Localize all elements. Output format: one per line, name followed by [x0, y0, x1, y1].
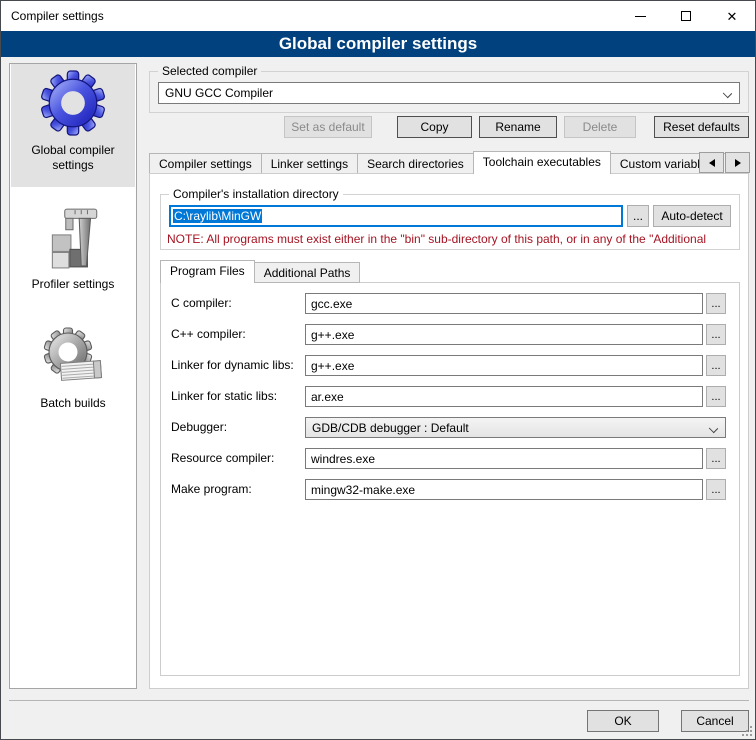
static-linker-browse-button[interactable]: ... [706, 386, 726, 407]
auto-detect-button[interactable]: Auto-detect [653, 205, 731, 227]
settings-category-list: Global compiler settings Profiler s [9, 63, 137, 689]
c-compiler-row: C compiler: ... [161, 293, 739, 314]
tab-linker-settings[interactable]: Linker settings [261, 153, 358, 174]
static-linker-row: Linker for static libs: ... [161, 386, 739, 407]
make-program-browse-button[interactable]: ... [706, 479, 726, 500]
tab-compiler-settings[interactable]: Compiler settings [149, 153, 262, 174]
debugger-label: Debugger: [171, 417, 227, 438]
make-program-label: Make program: [171, 479, 252, 500]
sidebar-item-profiler-settings[interactable]: Profiler settings [11, 200, 135, 318]
rename-button[interactable]: Rename [479, 116, 557, 138]
main-panel: Selected compiler GNU GCC Compiler Set a… [149, 57, 749, 707]
dynamic-linker-row: Linker for dynamic libs: ... [161, 355, 739, 376]
cpp-compiler-browse-button[interactable]: ... [706, 324, 726, 345]
resize-grip-icon[interactable] [742, 726, 752, 736]
minimize-button[interactable] [617, 1, 663, 31]
program-files-page: C compiler: ... C++ compiler: ... Linker… [160, 282, 740, 676]
sidebar-item-global-compiler-settings[interactable]: Global compiler settings [11, 64, 135, 187]
c-compiler-label: C compiler: [171, 293, 232, 314]
arrow-right-icon [735, 159, 741, 167]
chevron-down-icon [709, 424, 718, 433]
sidebar-item-label: Global compiler settings [11, 143, 135, 173]
install-dir-note: NOTE: All programs must exist either in … [167, 231, 737, 247]
minimize-icon [635, 16, 646, 17]
resource-compiler-browse-button[interactable]: ... [706, 448, 726, 469]
caliper-icon [43, 206, 103, 270]
install-dir-group: Compiler's installation directory C:\ray… [160, 194, 740, 250]
close-icon: ✕ [727, 10, 738, 23]
page-title: Global compiler settings [1, 31, 755, 57]
resource-compiler-input[interactable] [305, 448, 703, 469]
maximize-icon [681, 11, 691, 21]
install-dir-selected-text: C:\raylib\MinGW [173, 209, 262, 223]
cpp-compiler-input[interactable] [305, 324, 703, 345]
chevron-down-icon [723, 89, 732, 98]
install-dir-browse-button[interactable]: ... [627, 205, 649, 227]
reset-defaults-button[interactable]: Reset defaults [654, 116, 749, 138]
dynamic-linker-browse-button[interactable]: ... [706, 355, 726, 376]
make-program-input[interactable] [305, 479, 703, 500]
debugger-row: Debugger: GDB/CDB debugger : Default [161, 417, 739, 438]
close-button[interactable]: ✕ [709, 1, 755, 31]
selected-compiler-dropdown[interactable]: GNU GCC Compiler [158, 82, 740, 104]
subtab-program-files[interactable]: Program Files [160, 260, 255, 283]
debugger-dropdown[interactable]: GDB/CDB debugger : Default [305, 417, 726, 438]
dynamic-linker-label: Linker for dynamic libs: [171, 355, 294, 376]
compiler-buttons-row: Set as default Copy Rename Delete Reset … [149, 116, 749, 138]
set-as-default-button[interactable]: Set as default [284, 116, 372, 138]
cancel-button[interactable]: Cancel [681, 710, 749, 732]
install-dir-legend: Compiler's installation directory [169, 187, 343, 202]
compiler-settings-dialog: Compiler settings ✕ Global compiler sett… [0, 0, 756, 740]
settings-tabstrip: Compiler settings Linker settings Search… [149, 151, 749, 174]
tab-toolchain-executables[interactable]: Toolchain executables [473, 151, 611, 174]
maximize-button[interactable] [663, 1, 709, 31]
c-compiler-browse-button[interactable]: ... [706, 293, 726, 314]
selected-compiler-value: GNU GCC Compiler [165, 86, 273, 100]
subtab-additional-paths[interactable]: Additional Paths [254, 262, 361, 283]
titlebar[interactable]: Compiler settings ✕ [1, 1, 755, 31]
selected-compiler-group: Selected compiler GNU GCC Compiler [149, 71, 749, 113]
selected-compiler-legend: Selected compiler [158, 64, 261, 79]
sidebar-item-label: Batch builds [11, 396, 135, 411]
sidebar-item-batch-builds[interactable]: Batch builds [11, 319, 135, 437]
ok-button[interactable]: OK [587, 710, 659, 732]
c-compiler-input[interactable] [305, 293, 703, 314]
make-program-row: Make program: ... [161, 479, 739, 500]
static-linker-label: Linker for static libs: [171, 386, 277, 407]
debugger-value: GDB/CDB debugger : Default [312, 421, 469, 435]
cpp-compiler-label: C++ compiler: [171, 324, 246, 345]
resource-compiler-row: Resource compiler: ... [161, 448, 739, 469]
tab-scroll-left-button[interactable] [699, 152, 724, 173]
dynamic-linker-input[interactable] [305, 355, 703, 376]
window-title: Compiler settings [1, 9, 104, 23]
gray-gear-stack-icon [41, 325, 105, 389]
resource-compiler-label: Resource compiler: [171, 448, 274, 469]
copy-button[interactable]: Copy [397, 116, 472, 138]
cpp-compiler-row: C++ compiler: ... [161, 324, 739, 345]
toolchain-subtabstrip: Program Files Additional Paths [160, 260, 359, 283]
sidebar-item-label: Profiler settings [11, 277, 135, 292]
install-dir-input[interactable]: C:\raylib\MinGW [169, 205, 623, 227]
static-linker-input[interactable] [305, 386, 703, 407]
blue-gear-icon [40, 70, 106, 136]
delete-button[interactable]: Delete [564, 116, 636, 138]
tab-scroll-arrows [698, 152, 750, 173]
arrow-left-icon [709, 159, 715, 167]
tab-scroll-right-button[interactable] [725, 152, 750, 173]
tab-search-directories[interactable]: Search directories [357, 153, 474, 174]
footer-divider [9, 700, 749, 701]
toolchain-executables-page: Compiler's installation directory C:\ray… [149, 173, 749, 689]
